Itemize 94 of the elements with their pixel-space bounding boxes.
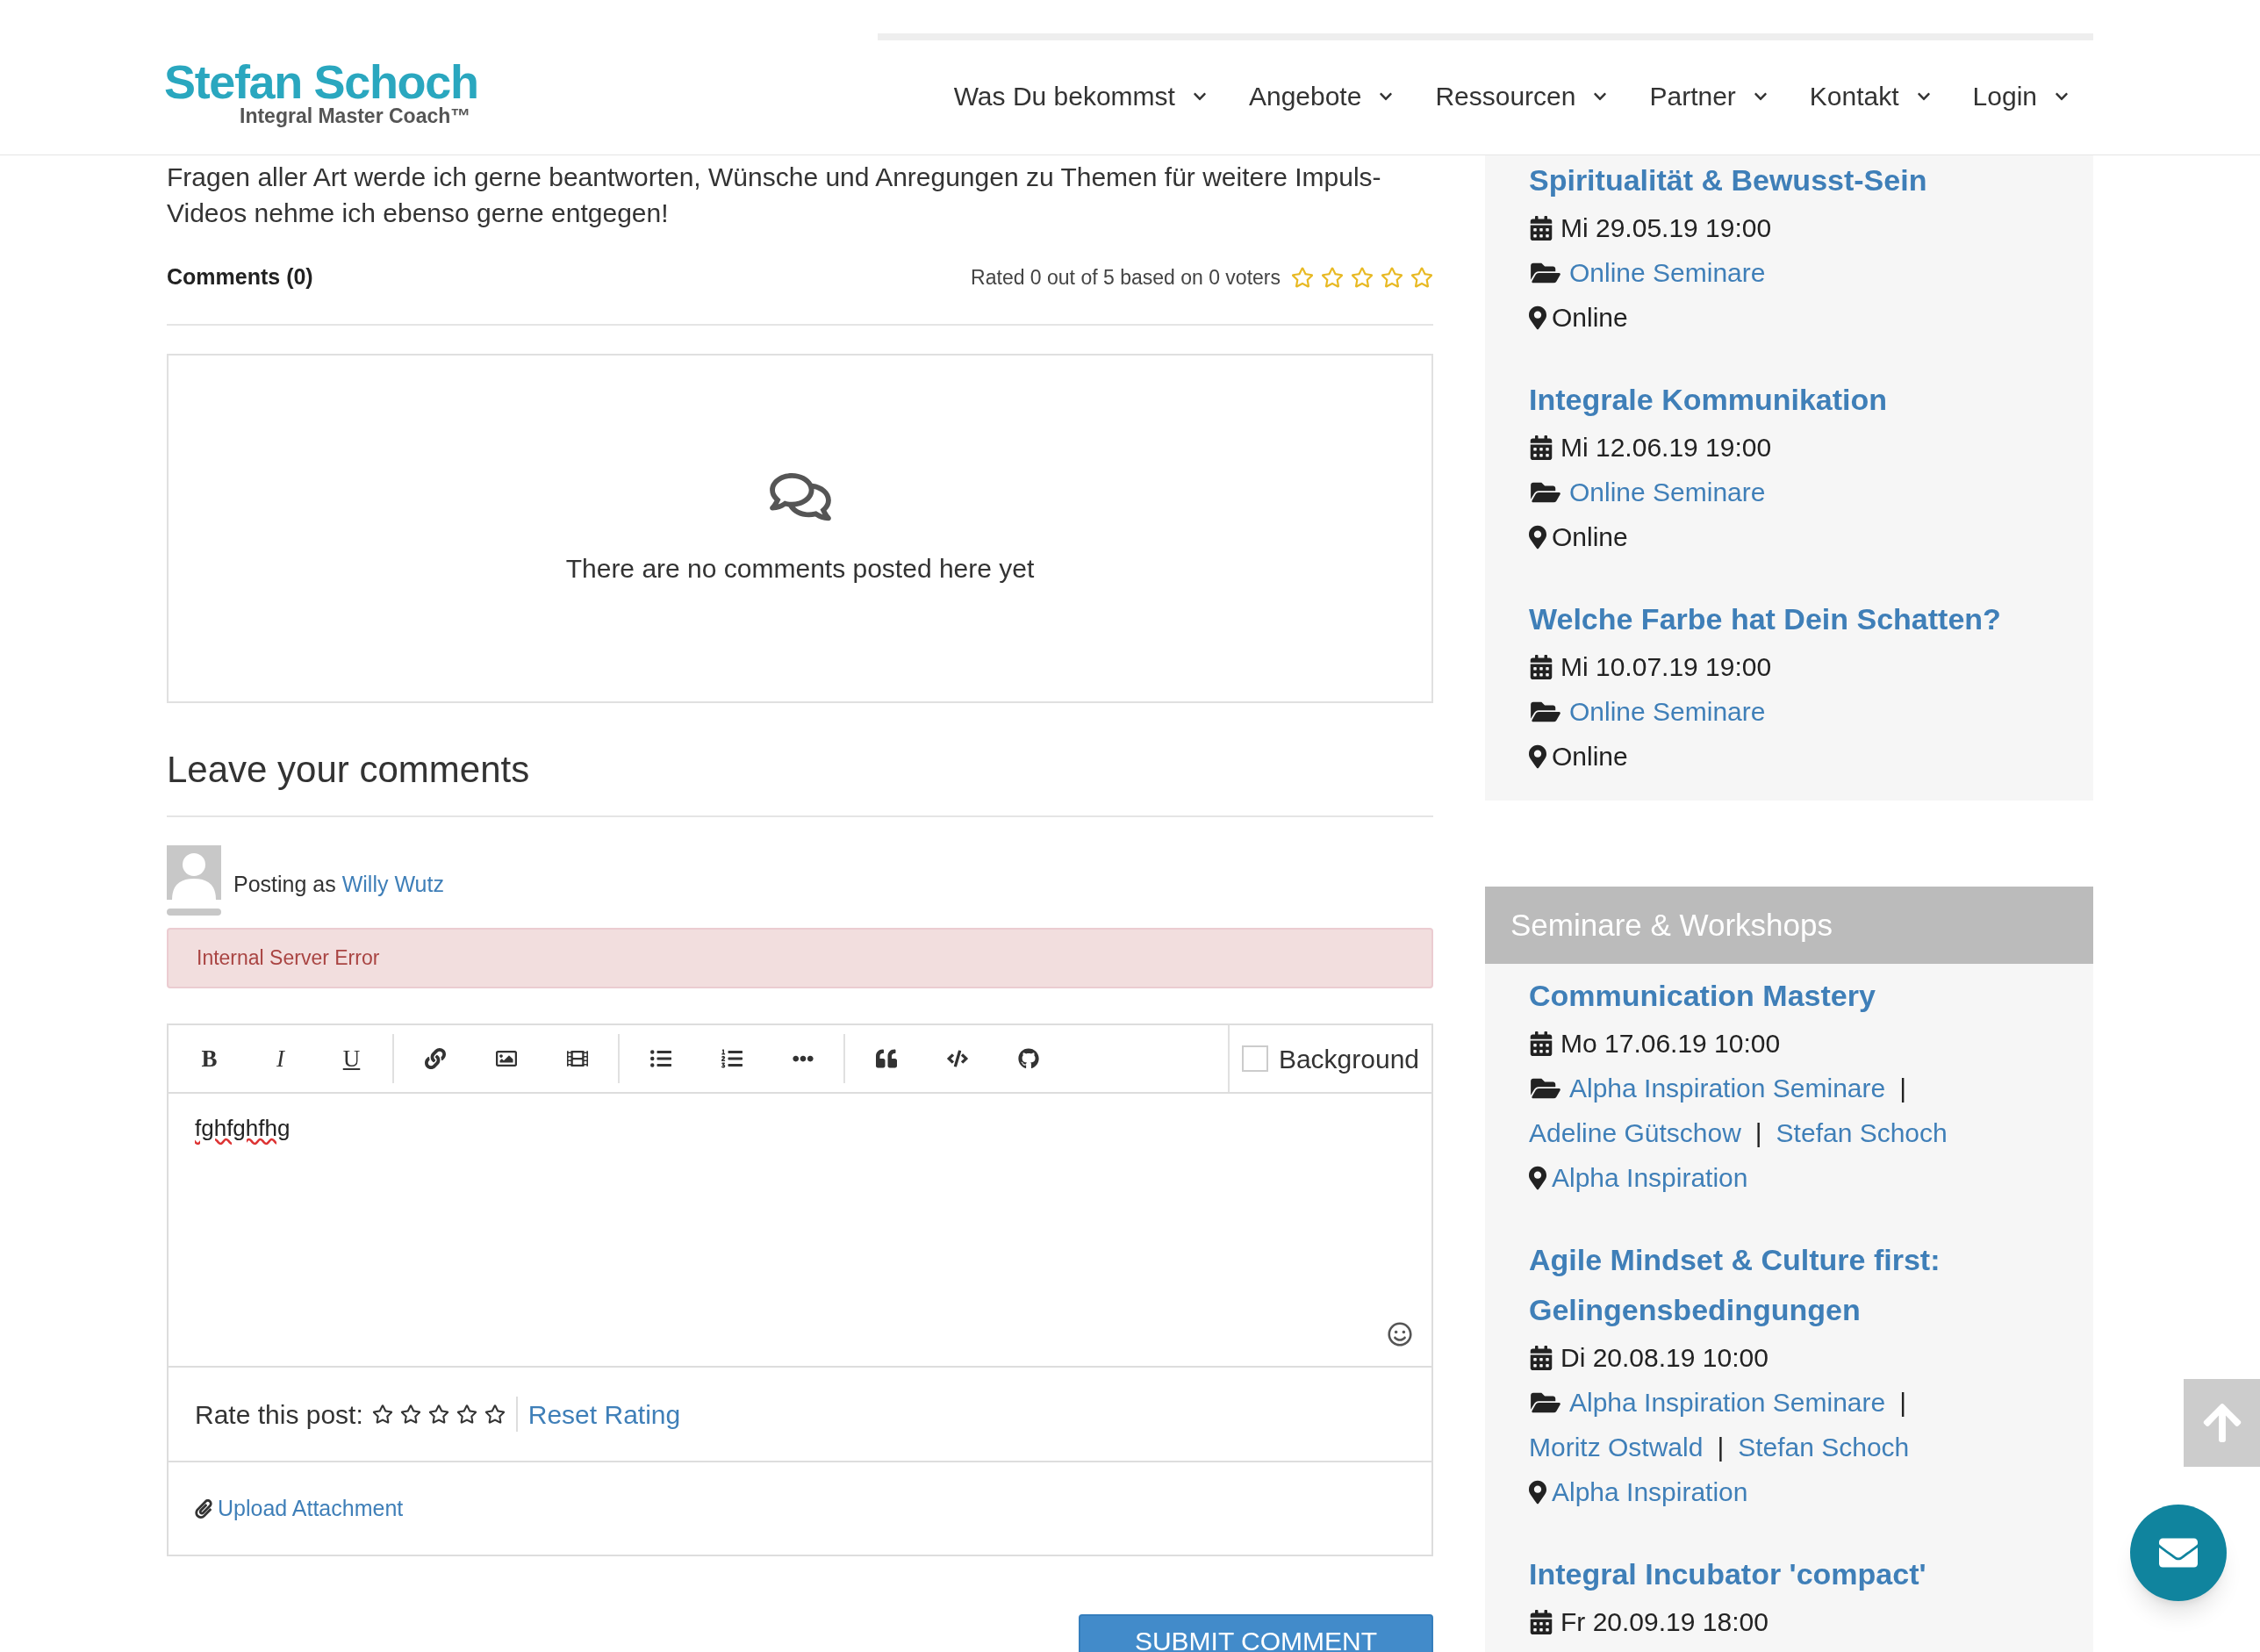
submit-comment-button[interactable]: SUBMIT COMMENT [1079, 1614, 1433, 1652]
event-title-link[interactable]: Integrale Kommunikation [1529, 375, 2076, 425]
person-link[interactable]: Adeline Gütschow [1529, 1110, 1741, 1155]
event-date: Mi 29.05.19 19:00 [1560, 212, 1772, 244]
italic-button[interactable]: I [245, 1034, 316, 1083]
category-link[interactable]: Online Seminare [1569, 470, 1766, 514]
nav-menu-item[interactable]: Kontakt [1809, 79, 1931, 114]
calendar-icon [1529, 1031, 1553, 1056]
separator: | [1899, 1073, 1906, 1104]
nav-menu-item[interactable]: Was Du bekommst [953, 79, 1207, 114]
nav-menu-item[interactable]: Angebote [1248, 79, 1394, 114]
reset-rating-link[interactable]: Reset Rating [527, 1394, 681, 1434]
error-alert: Internal Server Error [167, 928, 1433, 988]
event-date: Mi 10.07.19 19:00 [1560, 651, 1772, 683]
star-icon[interactable] [1291, 266, 1314, 289]
calendar-icon [1529, 1609, 1553, 1634]
event-title-link[interactable]: Agile Mindset & Culture first: Gelingensbedingungen [1529, 1235, 2058, 1335]
star-icon[interactable] [484, 1404, 506, 1425]
film-icon [566, 1048, 588, 1069]
star-icon[interactable] [456, 1404, 477, 1425]
star-icon[interactable] [1321, 266, 1344, 289]
category-link[interactable]: Alpha Inspiration Seminare [1569, 1380, 1886, 1425]
event-date: Mo 17.06.19 10:00 [1560, 1028, 1781, 1059]
numbered-list-icon [721, 1048, 743, 1069]
category-link[interactable]: Online Seminare [1569, 250, 1766, 295]
category-link[interactable]: Alpha Inspiration Seminare [1569, 1066, 1886, 1110]
star-rating[interactable] [371, 1404, 506, 1425]
location-text: Online [1552, 521, 1628, 553]
article-paragraph: Fragen aller Art werde ich gerne beantworten, Wünsche und Anregungen zu Themen für weitere Impuls-Videos nehme ich ebenso gerne entgegen! [167, 162, 1382, 229]
form-heading: Leave your comments [167, 748, 531, 792]
event-date: Mi 12.06.19 19:00 [1560, 432, 1772, 463]
background-checkbox[interactable] [1241, 1045, 1268, 1072]
rating-summary: Rated 0 out of 5 based on 0 voters [971, 264, 1281, 291]
map-pin-icon [1529, 524, 1546, 549]
logo-title: Stefan Schoch [164, 58, 479, 105]
map-pin-icon [1529, 1479, 1546, 1505]
map-pin-icon [1529, 1165, 1546, 1190]
event-title-link[interactable]: Welche Farbe hat Dein Schatten? [1529, 594, 2076, 644]
calendar-icon [1529, 654, 1553, 679]
person-link[interactable]: Stefan Schoch [1776, 1110, 1948, 1155]
event-title-link[interactable]: Communication Mastery [1529, 971, 2058, 1021]
comments-count: Comments (0) [167, 263, 313, 291]
image-icon [495, 1048, 517, 1069]
event-date: Di 20.08.19 10:00 [1560, 1342, 1769, 1374]
map-pin-icon [1529, 305, 1546, 330]
calendar-icon [1529, 1345, 1553, 1370]
bullet-list-icon [649, 1048, 671, 1069]
event-title-link[interactable]: Spiritualität & Bewusst-Sein [1529, 155, 2076, 205]
cat-face-icon [1017, 1048, 1039, 1069]
star-icon[interactable] [1381, 266, 1403, 289]
comment-text-area[interactable]: fghfghfhg [169, 1094, 1431, 1366]
section-header: Seminare & Workshops [1485, 887, 2093, 964]
empty-comments-message: There are no comments posted here yet [565, 552, 1035, 585]
avatar-silhouette [167, 845, 221, 900]
avatar-bar [167, 909, 221, 916]
smiley-icon[interactable] [1388, 1322, 1412, 1347]
logo-subtitle: Integral Master Coach™ [240, 105, 472, 126]
star-rating[interactable] [1291, 266, 1433, 289]
calendar-icon [1529, 215, 1553, 241]
person-link[interactable]: Stefan Schoch [1738, 1425, 1910, 1469]
nav-menu-item[interactable]: Ressourcen [1435, 79, 1608, 114]
nav-menu-item[interactable]: Partner [1649, 79, 1768, 114]
location-text: Online [1552, 741, 1628, 772]
category-link[interactable]: Online Seminare [1569, 689, 1766, 734]
nav-menu-item[interactable]: Login [1972, 79, 2069, 114]
separator: | [1717, 1432, 1725, 1463]
chain-link-icon [424, 1048, 446, 1069]
star-icon[interactable] [371, 1404, 393, 1425]
location-link[interactable]: Alpha Inspiration [1552, 1469, 1748, 1514]
star-icon[interactable] [1410, 266, 1433, 289]
event-title-link[interactable]: Integral Incubator 'compact' [1529, 1549, 2058, 1599]
background-label: Background [1278, 1043, 1419, 1075]
star-icon[interactable] [427, 1404, 449, 1425]
location-text: Online [1552, 302, 1628, 334]
star-icon[interactable] [399, 1404, 421, 1425]
separator: | [1754, 1117, 1762, 1149]
calendar-icon [1529, 435, 1553, 460]
user-link[interactable]: Willy Wutz [341, 872, 444, 896]
rate-label: Rate this post: [195, 1398, 363, 1431]
star-icon[interactable] [1351, 266, 1374, 289]
map-pin-icon [1529, 743, 1546, 769]
arrow-up-icon [2201, 1401, 2242, 1445]
logo[interactable]: Stefan Schoch Integral Master Coach™ [164, 58, 878, 126]
quote-icon [875, 1048, 897, 1069]
location-link[interactable]: Alpha Inspiration [1552, 1155, 1748, 1200]
event-date: Fr 20.09.19 18:00 [1560, 1606, 1769, 1638]
upload-attachment-link[interactable]: Upload Attachment [218, 1491, 404, 1526]
underline-button[interactable]: U [316, 1034, 387, 1083]
paperclip-icon [195, 1498, 212, 1519]
person-link[interactable]: Moritz Ostwald [1529, 1425, 1704, 1469]
bold-button[interactable]: B [174, 1034, 245, 1083]
code-icon [946, 1048, 968, 1069]
separator: | [1899, 1387, 1906, 1419]
posting-as-label: Posting as [233, 872, 336, 896]
